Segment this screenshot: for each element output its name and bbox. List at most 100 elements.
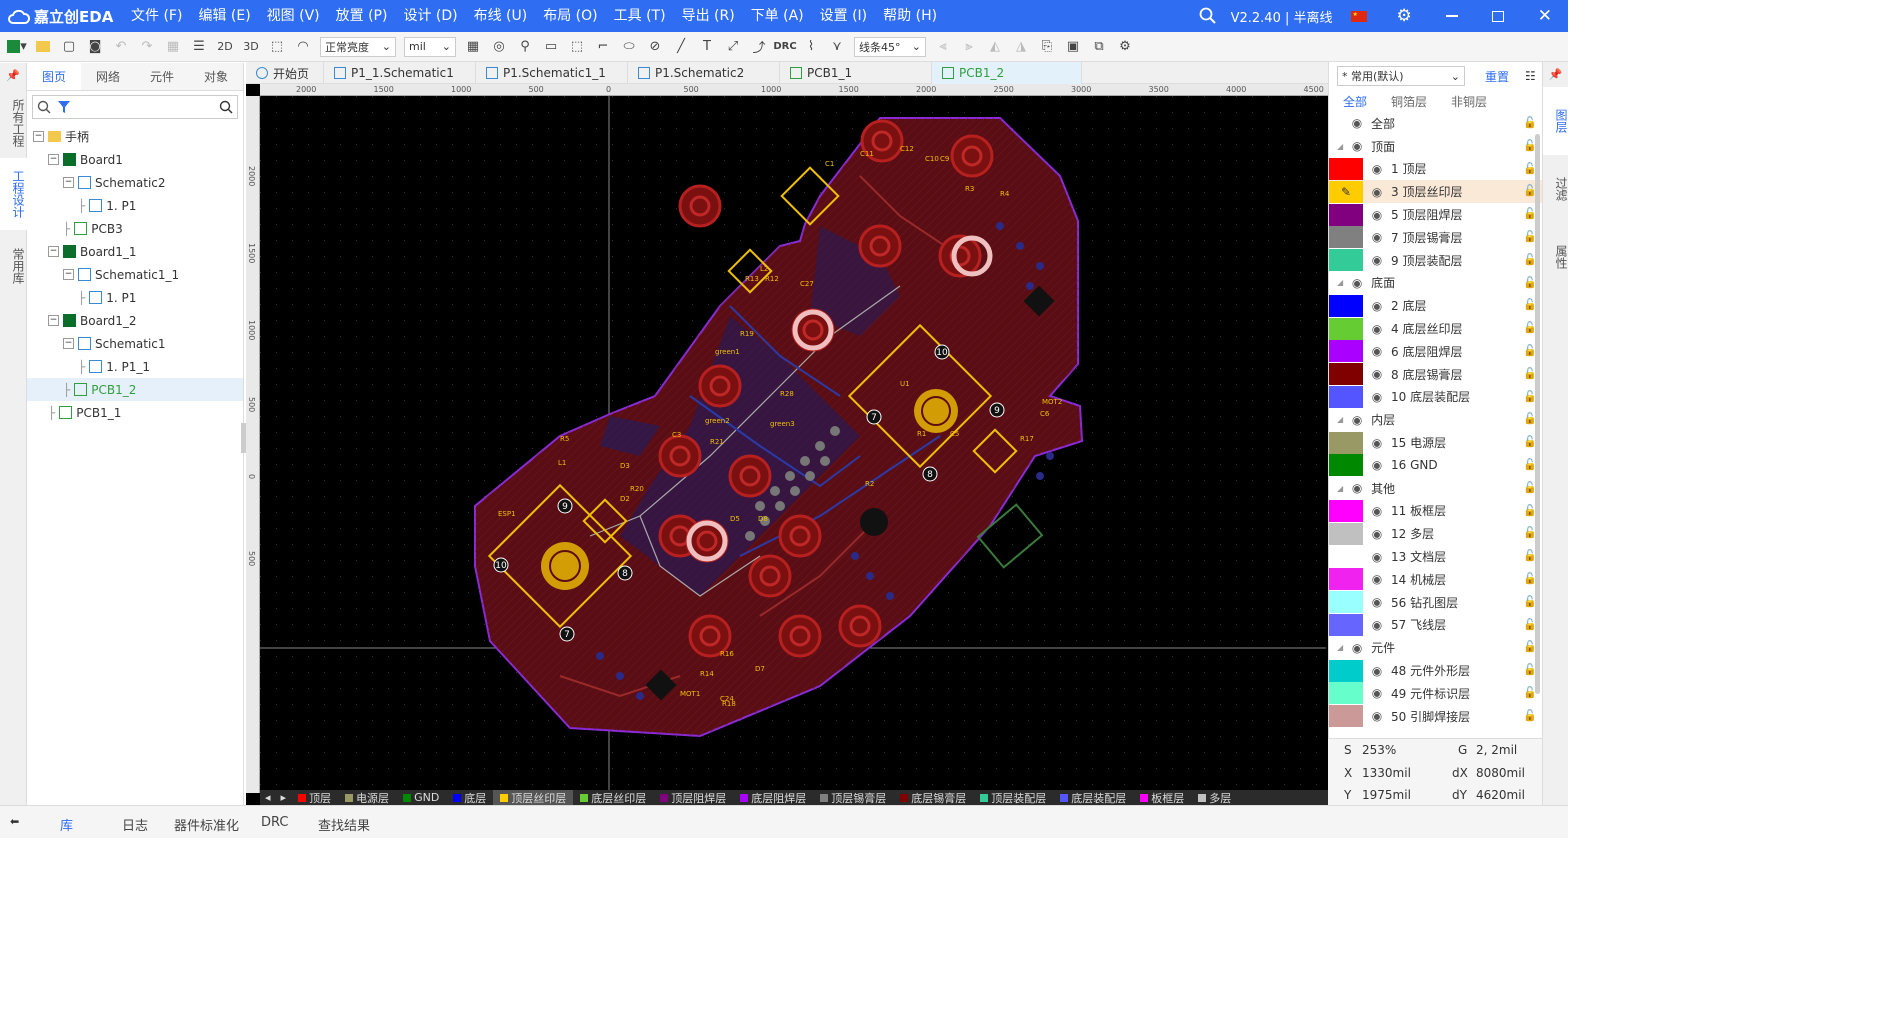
layer-bar-item-8[interactable]: 顶层锡膏层 (813, 790, 893, 805)
menu-item-7[interactable]: 工具 (T) (606, 0, 674, 32)
layer-filter-tab-0[interactable]: 全部 (1343, 93, 1367, 110)
diff-pair-icon[interactable]: ⌇ (798, 35, 824, 59)
layer-preset-select[interactable]: * 常用(默认) ⌄ (1337, 66, 1465, 86)
tree-node-8[interactable]: − Board1_2 (27, 309, 243, 332)
layer-bar-item-6[interactable]: 顶层阻焊层 (653, 790, 733, 805)
lock-icon[interactable]: 🔓 (1523, 116, 1537, 130)
flip-h-icon[interactable]: ◭ (982, 35, 1008, 59)
undo-icon[interactable]: ↶ (108, 35, 134, 59)
eye-icon[interactable]: ◉ (1369, 550, 1385, 564)
eye-icon[interactable]: ◉ (1369, 458, 1385, 472)
layer-bar-item-2[interactable]: GND (396, 791, 446, 804)
layer-list-scrollbar[interactable] (1535, 134, 1540, 694)
eye-icon[interactable]: ◉ (1369, 185, 1385, 199)
layer-color-swatch[interactable] (1329, 317, 1363, 340)
expand-toggle-icon[interactable]: − (48, 315, 59, 326)
layer-row-18[interactable]: ◉ 12 多层 🔓 (1329, 522, 1542, 545)
doc-tab-1[interactable]: P1_1.Schematic1 (324, 62, 476, 84)
view-3d-button[interactable]: 3D (238, 35, 264, 59)
eye-icon[interactable]: ◉ (1369, 367, 1385, 381)
brightness-icon[interactable]: ◠ (290, 35, 316, 59)
unit-select[interactable]: mil ⌄ (404, 36, 456, 57)
layer-bar-item-9[interactable]: 底层锡膏层 (893, 790, 973, 805)
eye-icon[interactable]: ◉ (1369, 618, 1385, 632)
dimension-icon[interactable]: ⤢ (720, 35, 746, 59)
layer-row-12[interactable]: ◉ 10 底层装配层 🔓 (1329, 385, 1542, 409)
layer-row-23[interactable]: ◢ ◉ 元件 🔓 (1329, 636, 1542, 659)
layer-filter-tab-2[interactable]: 非铜层 (1451, 93, 1487, 110)
ellipse-icon[interactable]: ⬭ (616, 35, 642, 59)
layer-row-7[interactable]: ◢ ◉ 底面 🔓 (1329, 272, 1542, 295)
view-2d-button[interactable]: 2D (212, 35, 238, 59)
layer-row-9[interactable]: ◉ 4 底层丝印层 🔓 (1329, 317, 1542, 340)
tree-node-6[interactable]: − Schematic1_1 (27, 263, 243, 286)
eye-icon[interactable]: ◉ (1349, 116, 1365, 130)
no-connect-icon[interactable]: ⊘ (642, 35, 668, 59)
tree-node-10[interactable]: ├ 1. P1_1 (27, 355, 243, 378)
panel-tab-1[interactable]: 网络 (81, 63, 135, 90)
eye-icon[interactable]: ◉ (1369, 595, 1385, 609)
grid-toggle-icon[interactable]: ▦ (460, 35, 486, 59)
layer-row-20[interactable]: ◉ 14 机械层 🔓 (1329, 568, 1542, 591)
bottom-tab-4[interactable]: 查找结果 (318, 815, 370, 834)
layer-bar-item-13[interactable]: 多层 (1191, 790, 1238, 805)
layer-bar-item-0[interactable]: 顶层 (291, 790, 338, 805)
layer-color-swatch[interactable] (1329, 591, 1363, 614)
eye-icon[interactable]: ◉ (1369, 504, 1385, 518)
gerber-icon[interactable]: ⎘ (1034, 35, 1060, 59)
tree-node-12[interactable]: ├ PCB1_1 (27, 401, 243, 424)
layer-row-1[interactable]: ◢ ◉ 顶面 🔓 (1329, 135, 1542, 158)
eye-icon[interactable]: ◉ (1369, 299, 1385, 313)
eye-icon[interactable]: ◉ (1369, 572, 1385, 586)
list-icon[interactable]: ☰ (186, 35, 212, 59)
menu-item-2[interactable]: 视图 (V) (259, 0, 328, 32)
layer-color-swatch[interactable] (1329, 454, 1363, 477)
tree-node-9[interactable]: − Schematic1 (27, 332, 243, 355)
search-box[interactable] (32, 95, 238, 119)
flag-icon[interactable]: ★ (1350, 10, 1367, 22)
bottom-tab-3[interactable]: DRC (261, 815, 288, 830)
layer-row-15[interactable]: ◉ 16 GND 🔓 (1329, 454, 1542, 477)
expand-toggle-icon[interactable]: − (48, 246, 59, 257)
expand-toggle-icon[interactable]: − (33, 131, 44, 142)
save-all-icon[interactable]: ◙ (82, 35, 108, 59)
collapse-triangle-icon[interactable]: ◢ (1337, 484, 1343, 493)
layer-row-4[interactable]: ◉ 5 顶层阻焊层 🔓 (1329, 203, 1542, 226)
doc-tab-3[interactable]: P1.Schematic2 (628, 62, 780, 84)
align-top-icon[interactable]: ⫸ (956, 35, 982, 59)
panel-tab-0[interactable]: 图页 (27, 63, 81, 90)
eye-icon[interactable]: ◉ (1369, 322, 1385, 336)
brightness-select[interactable]: 正常亮度 ⌄ (320, 36, 396, 57)
restore-icon[interactable] (1491, 10, 1504, 22)
layer-color-swatch[interactable] (1329, 431, 1363, 454)
collapse-triangle-icon[interactable]: ◢ (1337, 643, 1343, 652)
side-tab-2[interactable]: 常用库 (0, 230, 27, 302)
collapse-arrow-icon[interactable]: ⬅ (10, 815, 19, 828)
layer-color-swatch[interactable] (1329, 363, 1363, 386)
line-icon[interactable]: ╱ (668, 35, 694, 59)
route-icon[interactable]: ⤴ (746, 35, 772, 59)
bottom-tab-2[interactable]: 器件标准化 (174, 815, 239, 834)
layer-bar-item-4[interactable]: 顶层丝印层 (493, 790, 574, 805)
pin-icon[interactable]: 📌 (1543, 62, 1568, 87)
eye-icon[interactable]: ◉ (1369, 686, 1385, 700)
menu-item-1[interactable]: 编辑 (E) (190, 0, 258, 32)
layer-bar-item-1[interactable]: 电源层 (338, 790, 396, 805)
layer-color-swatch[interactable] (1329, 249, 1363, 272)
layer-row-21[interactable]: ◉ 56 钻孔图层 🔓 (1329, 591, 1542, 614)
redo-icon[interactable]: ↷ (134, 35, 160, 59)
layer-color-swatch[interactable] (1329, 385, 1363, 408)
fanout-icon[interactable]: ⋎ (824, 35, 850, 59)
eye-icon[interactable]: ◉ (1369, 436, 1385, 450)
bottom-tab-0[interactable]: 库 (60, 815, 73, 834)
panel-tab-3[interactable]: 对象 (189, 63, 243, 90)
close-icon[interactable]: ✕ (1538, 6, 1552, 26)
tree-node-5[interactable]: − Board1_1 (27, 240, 243, 263)
eye-icon[interactable]: ◉ (1369, 664, 1385, 678)
layer-row-17[interactable]: ◉ 11 板框层 🔓 (1329, 499, 1542, 523)
search-icon[interactable] (1199, 7, 1217, 25)
layer-color-swatch[interactable] (1329, 705, 1363, 728)
layer-color-swatch[interactable] (1329, 682, 1363, 705)
menu-item-10[interactable]: 设置 (I) (812, 0, 876, 32)
layer-row-26[interactable]: ◉ 50 引脚焊接层 🔓 (1329, 705, 1542, 728)
